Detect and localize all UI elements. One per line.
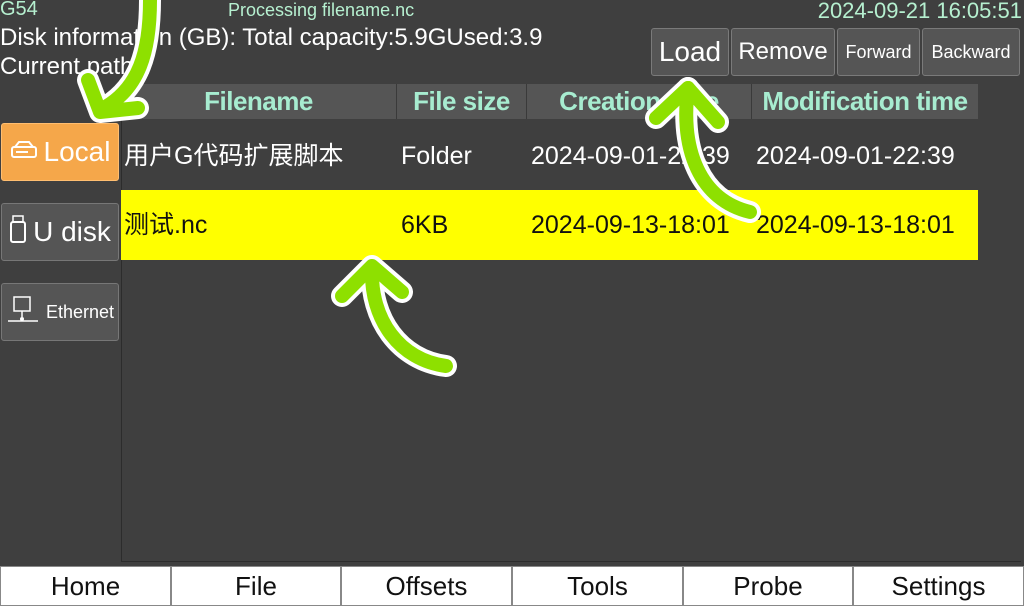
remove-button[interactable]: Remove bbox=[731, 28, 835, 76]
row-creation-time: 2024-09-01-22:39 bbox=[531, 142, 730, 170]
tab-home[interactable]: Home bbox=[0, 566, 171, 606]
tab-probe[interactable]: Probe bbox=[683, 566, 853, 606]
table-row[interactable]: 用户G代码扩展脚本 Folder 2024-09-01-22:39 2024-0… bbox=[121, 121, 978, 191]
row-modification-time: 2024-09-01-22:39 bbox=[756, 142, 955, 170]
header-filename[interactable]: Filename bbox=[121, 84, 397, 119]
disk-info: Disk information (GB): Total capacity:5.… bbox=[0, 24, 543, 51]
forward-button[interactable]: Forward bbox=[837, 28, 920, 76]
row-filename: 用户G代码扩展脚本 bbox=[124, 142, 344, 170]
network-icon bbox=[6, 295, 40, 330]
tab-settings[interactable]: Settings bbox=[853, 566, 1024, 606]
storage-udisk-label: U disk bbox=[33, 216, 111, 247]
coord-system-label: G54 bbox=[0, 0, 38, 20]
load-button[interactable]: Load bbox=[651, 28, 729, 76]
storage-ethernet-button[interactable]: Ethernet bbox=[1, 283, 119, 341]
tab-offsets[interactable]: Offsets bbox=[341, 566, 512, 606]
header-file-size[interactable]: File size bbox=[397, 84, 527, 119]
file-table-header: Filename File size Creation time Modific… bbox=[121, 84, 978, 119]
processing-file-label: Processing filename.nc bbox=[228, 0, 415, 20]
row-modification-time: 2024-09-13-18:01 bbox=[756, 211, 955, 239]
storage-local-label: Local bbox=[43, 136, 111, 167]
usb-drive-icon bbox=[9, 214, 27, 251]
datetime-label: 2024-09-21 16:05:51 bbox=[817, 0, 1022, 23]
header-modification-time[interactable]: Modification time bbox=[752, 84, 978, 119]
header-creation-time[interactable]: Creation time bbox=[527, 84, 752, 119]
storage-local-button[interactable]: Local bbox=[1, 123, 119, 181]
tab-file[interactable]: File bbox=[171, 566, 341, 606]
row-file-size: Folder bbox=[401, 142, 472, 170]
storage-udisk-button[interactable]: U disk bbox=[1, 203, 119, 261]
row-filename: 测试.nc bbox=[124, 211, 208, 239]
row-file-size: 6KB bbox=[401, 211, 449, 239]
table-row-selected[interactable]: 测试.nc 6KB 2024-09-13-18:01 2024-09-13-18… bbox=[121, 190, 978, 260]
hard-drive-icon bbox=[10, 136, 38, 168]
backward-button[interactable]: Backward bbox=[922, 28, 1020, 76]
storage-ethernet-label: Ethernet bbox=[45, 301, 115, 322]
current-path: Current path: / bbox=[0, 53, 154, 80]
row-creation-time: 2024-09-13-18:01 bbox=[531, 211, 730, 239]
tab-tools[interactable]: Tools bbox=[512, 566, 683, 606]
